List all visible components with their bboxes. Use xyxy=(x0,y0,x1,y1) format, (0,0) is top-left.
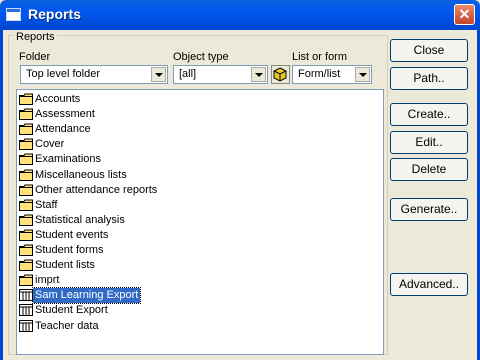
list-item-label: Attendance xyxy=(35,123,91,136)
folder-icon xyxy=(19,184,33,196)
folder-icon xyxy=(19,259,33,272)
list-item-label: Miscellaneous lists xyxy=(35,168,127,181)
list-or-form-value: Form/list xyxy=(298,68,341,80)
folder-icon xyxy=(19,108,33,121)
folder-icon xyxy=(19,274,33,287)
object-type-label: Object type xyxy=(173,51,229,63)
chevron-down-icon[interactable] xyxy=(355,67,370,82)
list-item-label: Student Export xyxy=(35,304,108,317)
folder-icon xyxy=(19,138,33,151)
list-or-form-dropdown[interactable]: Form/list xyxy=(292,65,372,84)
reports-list[interactable]: Accounts Assessment Attendance Cover Examina… xyxy=(16,89,384,355)
list-item-label: Cover xyxy=(35,138,65,151)
advanced-button[interactable]: Advanced.. xyxy=(390,273,468,296)
window-title: Reports xyxy=(28,6,81,22)
chevron-down-icon[interactable] xyxy=(251,67,266,82)
folder-label: Folder xyxy=(19,51,51,63)
list-or-form-label: List or form xyxy=(292,51,348,63)
groupbox-label: Reports xyxy=(14,31,57,43)
folder-value: Top level folder xyxy=(26,68,100,80)
list-item-label: Statistical analysis xyxy=(35,213,125,226)
edit-button[interactable]: Edit.. xyxy=(390,131,468,154)
folder-dropdown[interactable]: Top level folder xyxy=(20,65,168,84)
list-item-label: Accounts xyxy=(35,93,81,105)
folder-icon xyxy=(19,169,33,181)
report-icon xyxy=(19,304,33,317)
window-icon xyxy=(6,8,21,21)
window-frame-left xyxy=(0,30,3,360)
list-item-label: Student lists xyxy=(35,259,95,272)
object-type-value: [all] xyxy=(179,68,197,80)
list-item-label: Assessment xyxy=(35,108,95,121)
delete-button[interactable]: Delete xyxy=(390,158,468,181)
cube-icon xyxy=(273,67,287,82)
generate-button[interactable]: Generate.. xyxy=(390,198,468,221)
close-window-button[interactable]: ✕ xyxy=(454,4,475,25)
title-bar[interactable]: Reports ✕ xyxy=(0,0,480,30)
report-icon xyxy=(19,319,33,332)
folder-icon xyxy=(19,199,33,211)
folder-icon xyxy=(19,229,33,241)
object-type-dropdown[interactable]: [all] xyxy=(173,65,268,84)
chevron-down-icon[interactable] xyxy=(151,67,166,82)
list-item-label: Examinations xyxy=(35,153,102,166)
list-item-label: Sam Learning Export xyxy=(31,287,142,305)
list-item-label: Student events xyxy=(35,228,109,241)
browse-objects-button[interactable] xyxy=(271,65,290,84)
folder-icon xyxy=(19,93,33,105)
list-item-label: Teacher data xyxy=(35,319,99,332)
list-item-label: Staff xyxy=(35,198,58,211)
folder-icon xyxy=(19,214,33,226)
list-item-label: imprt xyxy=(35,274,60,287)
close-button[interactable]: Close xyxy=(390,39,468,62)
folder-icon xyxy=(19,123,33,136)
folder-icon xyxy=(19,244,33,256)
list-item-label: Student forms xyxy=(35,244,104,256)
folder-icon xyxy=(19,153,33,166)
path-button[interactable]: Path.. xyxy=(390,67,468,90)
report-icon xyxy=(19,289,33,302)
list-item-label: Other attendance reports xyxy=(35,183,158,196)
create-button[interactable]: Create.. xyxy=(390,103,468,126)
